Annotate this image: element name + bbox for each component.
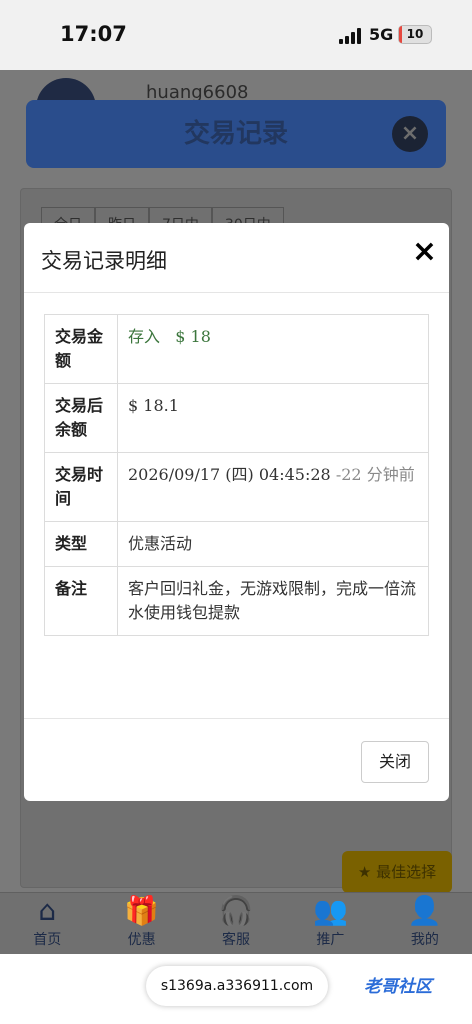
battery-icon: 10 <box>398 25 432 44</box>
gift-icon: 🎁 <box>124 894 160 927</box>
row-value: 存入 $ 18 <box>117 314 429 384</box>
transaction-detail-modal: 交易记录明细 × 交易金额 存入 $ 18 交易后余额 $ 18.1 交易时间 … <box>24 223 449 801</box>
modal-header: 交易记录明细 × <box>24 223 449 293</box>
row-value: 客户回归礼金，无游戏限制，完成一倍流水使用钱包提款 <box>117 566 429 636</box>
table-row: 类型 优惠活动 <box>44 521 429 567</box>
signal-icon <box>339 28 363 44</box>
relative-time: -22 分钟前 <box>335 465 415 484</box>
row-value: $ 18.1 <box>117 383 429 453</box>
modal-footer: 关闭 <box>24 718 449 801</box>
table-row: 交易后余额 $ 18.1 <box>44 383 429 453</box>
row-key: 交易金额 <box>44 314 118 384</box>
status-time: 17:07 <box>60 22 127 46</box>
detail-table: 交易金额 存入 $ 18 交易后余额 $ 18.1 交易时间 2026/09/1… <box>44 314 429 636</box>
user-add-icon: 👥 <box>312 894 348 927</box>
modal-title: 交易记录明细 <box>41 249 167 273</box>
browser-bar: s1369a.a336911.com 老哥社区 <box>0 954 472 1024</box>
nav-label: 优惠 <box>127 932 156 948</box>
account-icon: 👤 <box>407 894 443 927</box>
url-bar[interactable]: s1369a.a336911.com <box>146 966 328 1006</box>
nav-label: 首页 <box>33 932 62 948</box>
best-choice-label: 最佳选择 <box>376 863 437 881</box>
headset-icon: 🎧 <box>218 894 254 927</box>
best-choice-button: ★ 最佳选择 <box>342 851 452 893</box>
close-button[interactable]: 关闭 <box>361 741 429 783</box>
row-value: 2026/09/17 (四) 04:45:28 -22 分钟前 <box>117 452 429 522</box>
nav-label: 客服 <box>222 932 251 948</box>
nav-item-referral: 👥 推广 <box>283 893 377 954</box>
nav-label: 我的 <box>410 932 439 948</box>
row-key: 类型 <box>44 521 118 567</box>
records-title: 交易记录 <box>183 119 288 149</box>
transaction-datetime: 2026/09/17 (四) 04:45:28 <box>128 465 331 484</box>
amount-type: 存入 <box>128 327 161 346</box>
nav-item-promo: 🎁 优惠 <box>94 893 188 954</box>
row-value: 优惠活动 <box>117 521 429 567</box>
nav-label: 推广 <box>316 932 345 948</box>
amount-value: $ 18 <box>175 327 211 346</box>
nav-item-home: ⌂ 首页 <box>0 893 94 954</box>
table-row: 交易时间 2026/09/17 (四) 04:45:28 -22 分钟前 <box>44 452 429 522</box>
row-key: 交易时间 <box>44 452 118 522</box>
nav-item-mine: 👤 我的 <box>378 893 472 954</box>
table-row: 交易金额 存入 $ 18 <box>44 314 429 384</box>
status-bar: 17:07 5G 10 <box>0 0 472 70</box>
nav-item-support: 🎧 客服 <box>189 893 283 954</box>
row-key: 交易后余额 <box>44 383 118 453</box>
records-header: 交易记录 × <box>26 100 446 168</box>
close-icon[interactable]: × <box>412 237 437 267</box>
home-icon: ⌂ <box>38 894 57 927</box>
close-icon: × <box>392 116 428 152</box>
network-type: 5G <box>369 25 394 44</box>
bottom-nav: ⌂ 首页 🎁 优惠 🎧 客服 👥 推广 👤 我的 <box>0 892 472 954</box>
battery-percent: 10 <box>406 27 424 41</box>
table-row: 备注 客户回归礼金，无游戏限制，完成一倍流水使用钱包提款 <box>44 566 429 636</box>
watermark: 老哥社区 <box>364 977 432 997</box>
row-key: 备注 <box>44 566 118 636</box>
